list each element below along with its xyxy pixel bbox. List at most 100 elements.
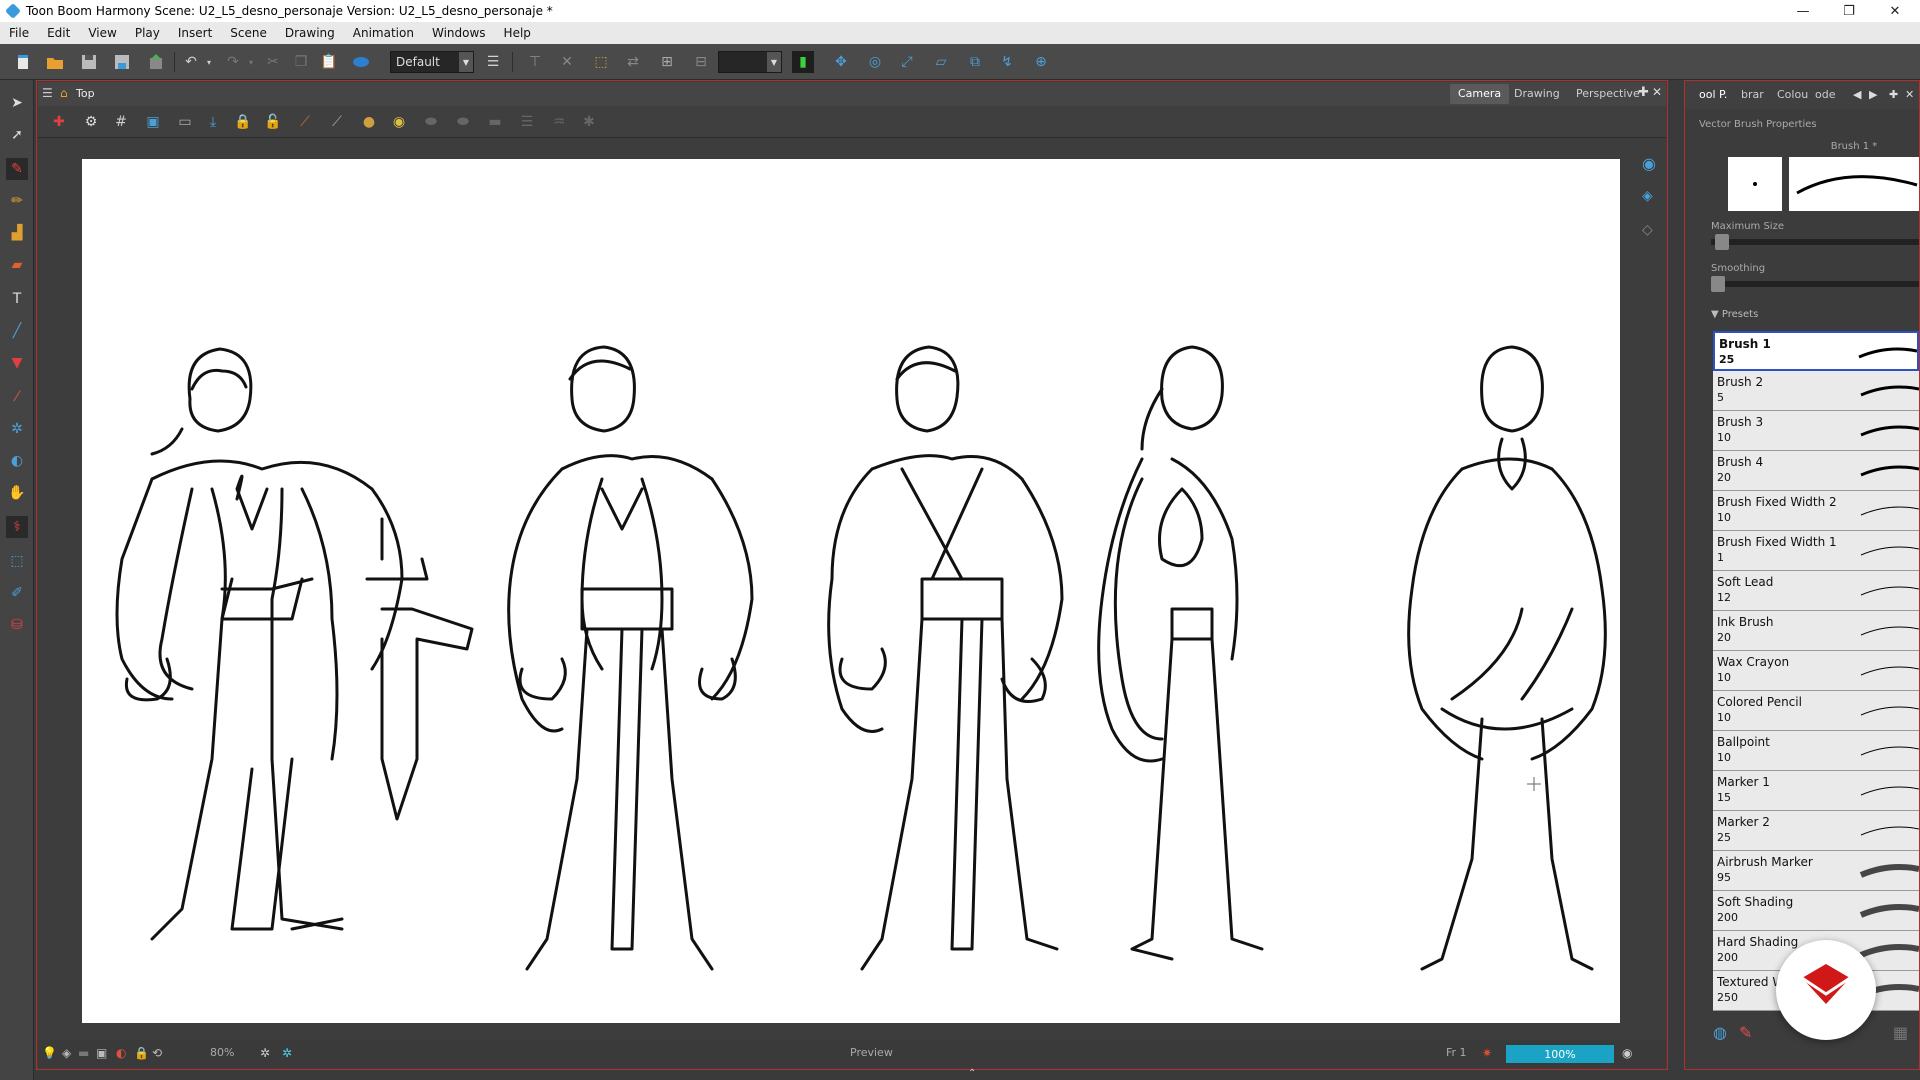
shade-toggle-icon[interactable]: ▬ — [78, 1046, 89, 1060]
breadcrumb[interactable]: Top — [76, 87, 95, 100]
shade-icon[interactable]: ⬬ — [420, 111, 442, 133]
close-window-button[interactable]: ✕ — [1872, 0, 1918, 22]
preset-item[interactable]: Brush 1 25 — [1713, 331, 1919, 371]
zoom-level[interactable]: 80% — [210, 1046, 234, 1059]
zoom-progress-bar[interactable]: 100% — [1506, 1045, 1614, 1063]
menu-scene[interactable]: Scene — [221, 26, 276, 40]
onion-skin-icon[interactable]: ▮ — [792, 51, 814, 73]
dropper-tool-icon[interactable]: ⁄ — [6, 386, 28, 408]
tab-colour[interactable]: Colou — [1777, 88, 1808, 101]
preset-item[interactable]: Soft Shading 200 — [1713, 891, 1919, 931]
add-panel-icon[interactable]: ✚ — [1889, 88, 1898, 101]
bone-tool-icon[interactable]: ⧉ — [964, 51, 986, 73]
flatten-icon[interactable]: ☰ — [516, 111, 538, 133]
globe-icon[interactable]: ◍ — [1713, 1023, 1727, 1042]
stroke-icon[interactable]: ▬ — [484, 111, 506, 133]
bounding-box-icon[interactable]: ⬚ — [590, 51, 612, 73]
add-view-icon[interactable]: ✚ — [1638, 85, 1649, 100]
tab-perspective[interactable]: Perspective — [1568, 84, 1648, 104]
layers-toggle-icon[interactable]: ◈ — [62, 1046, 71, 1060]
settings-gear-icon[interactable]: ⚙ — [80, 111, 102, 133]
pencil-tool-icon[interactable]: ✏ — [6, 190, 28, 212]
menu-windows[interactable]: Windows — [423, 26, 495, 40]
preset-item[interactable]: Colored Pencil 10 — [1713, 691, 1919, 731]
close-view-icon[interactable]: ✕ — [1652, 85, 1662, 99]
smooth-icon[interactable]: ♒ — [548, 111, 570, 133]
camera-mask-icon[interactable]: ▣ — [96, 1046, 107, 1060]
menu-edit[interactable]: Edit — [38, 26, 79, 40]
distribute-icon[interactable]: ⊟ — [690, 51, 712, 73]
menu-play[interactable]: Play — [126, 26, 169, 40]
copy-icon[interactable]: ❐ — [290, 51, 312, 73]
preset-item[interactable]: Wax Crayon 10 — [1713, 651, 1919, 691]
tab-drawing[interactable]: Drawing — [1506, 84, 1568, 104]
minimize-button[interactable]: — — [1780, 0, 1826, 22]
render-preview-icon[interactable]: ✲ — [282, 1046, 292, 1060]
preview-eye-icon[interactable]: ◉ — [1642, 154, 1664, 176]
transform-icon[interactable]: ✕ — [556, 51, 578, 73]
pot-tool-icon[interactable]: ⛁ — [6, 614, 28, 636]
presets-header[interactable]: ▼ Presets — [1711, 309, 1758, 320]
expand-timeline-icon[interactable]: ⌃ — [968, 1068, 984, 1080]
preset-item[interactable]: Brush Fixed Width 11 — [1713, 531, 1919, 571]
import-icon[interactable]: ⤓ — [202, 111, 224, 133]
close-panel-icon[interactable]: ✕ — [1905, 88, 1914, 101]
pivot-icon[interactable]: ⊤ — [524, 51, 546, 73]
hand-tool-icon[interactable]: ✋ — [6, 482, 28, 504]
workspace-manager-icon[interactable]: ☰ — [482, 51, 504, 73]
maximum-size-slider[interactable] — [1711, 234, 1919, 250]
redo-dropdown-icon[interactable]: ▾ — [240, 51, 262, 73]
tab-tool-properties[interactable]: ool P. — [1699, 88, 1727, 101]
workspace-select[interactable]: Default ▼ — [390, 51, 474, 73]
menu-help[interactable]: Help — [495, 26, 540, 40]
brush-tip-preview[interactable] — [1728, 157, 1782, 211]
lock-toggle-icon[interactable]: 🔒 — [134, 1046, 149, 1060]
preset-item[interactable]: Ballpoint 10 — [1713, 731, 1919, 771]
render-settings-icon[interactable]: ✲ — [260, 1046, 270, 1060]
cutter-tool-icon[interactable]: ✐ — [6, 582, 28, 604]
smoothing-slider[interactable] — [1711, 276, 1919, 292]
ruler-icon[interactable]: ⟋ — [294, 111, 316, 133]
chevron-right-icon[interactable]: ▶ — [1869, 88, 1877, 101]
menu-drawing[interactable]: Drawing — [276, 26, 344, 40]
lightbulb-icon[interactable]: 💡 — [42, 1046, 57, 1060]
tab-node[interactable]: ode — [1815, 88, 1835, 101]
optimize-icon[interactable]: ✱ — [578, 111, 600, 133]
render-icon[interactable]: ✷ — [1482, 1046, 1492, 1060]
select-tool-icon[interactable]: ➤ — [6, 92, 28, 114]
lock-icon[interactable]: 🔒 — [232, 111, 254, 133]
preset-item[interactable]: Brush 3 10 — [1713, 411, 1919, 451]
save-icon[interactable] — [78, 51, 100, 73]
preset-item[interactable]: Brush 4 20 — [1713, 451, 1919, 491]
tab-camera[interactable]: Camera — [1450, 84, 1510, 104]
menu-file[interactable]: File — [0, 26, 38, 40]
layers-icon[interactable]: ◈ — [1642, 188, 1664, 210]
grid-icon[interactable]: # — [110, 111, 132, 133]
menu-animation[interactable]: Animation — [344, 26, 423, 40]
spline-offset-icon[interactable]: ⊕ — [1030, 51, 1052, 73]
reset-rotation-icon[interactable]: ⟲ — [152, 1046, 162, 1060]
guide-icon[interactable]: ⟋ — [326, 111, 348, 133]
reset-view-icon[interactable]: ✚ — [48, 111, 70, 133]
export-icon[interactable] — [145, 51, 167, 73]
save-as-icon[interactable] — [111, 51, 133, 73]
morph-tool-icon[interactable]: ⚕ — [6, 516, 28, 538]
brush-tool-icon[interactable]: ✎ — [6, 158, 28, 180]
paste-icon[interactable]: 📋 — [318, 51, 340, 73]
preset-item[interactable]: Marker 2 25 — [1713, 811, 1919, 851]
flip-icon[interactable]: ⇄ — [622, 51, 644, 73]
preset-item[interactable]: Ink Brush 20 — [1713, 611, 1919, 651]
color-select[interactable]: ▼ — [718, 51, 782, 73]
preset-item[interactable]: Brush 25 — [1713, 371, 1919, 411]
zoom-tool-icon[interactable]: ◐ — [6, 450, 28, 472]
onion-toggle-icon[interactable]: ◐ — [116, 1046, 126, 1060]
new-scene-icon[interactable] — [12, 51, 34, 73]
view-menu-icon[interactable]: ☰ — [42, 86, 53, 100]
ik-tool-icon[interactable]: ↯ — [996, 51, 1018, 73]
outline-icon[interactable]: ⬬ — [452, 111, 474, 133]
scale-tool-icon[interactable]: ⤢ — [896, 51, 918, 73]
paint-tool-icon[interactable]: ▼ — [6, 352, 28, 374]
contour-editor-icon[interactable]: ➚ — [6, 124, 28, 146]
open-scene-icon[interactable] — [44, 51, 66, 73]
new-preset-icon[interactable]: ✎ — [1739, 1023, 1752, 1042]
